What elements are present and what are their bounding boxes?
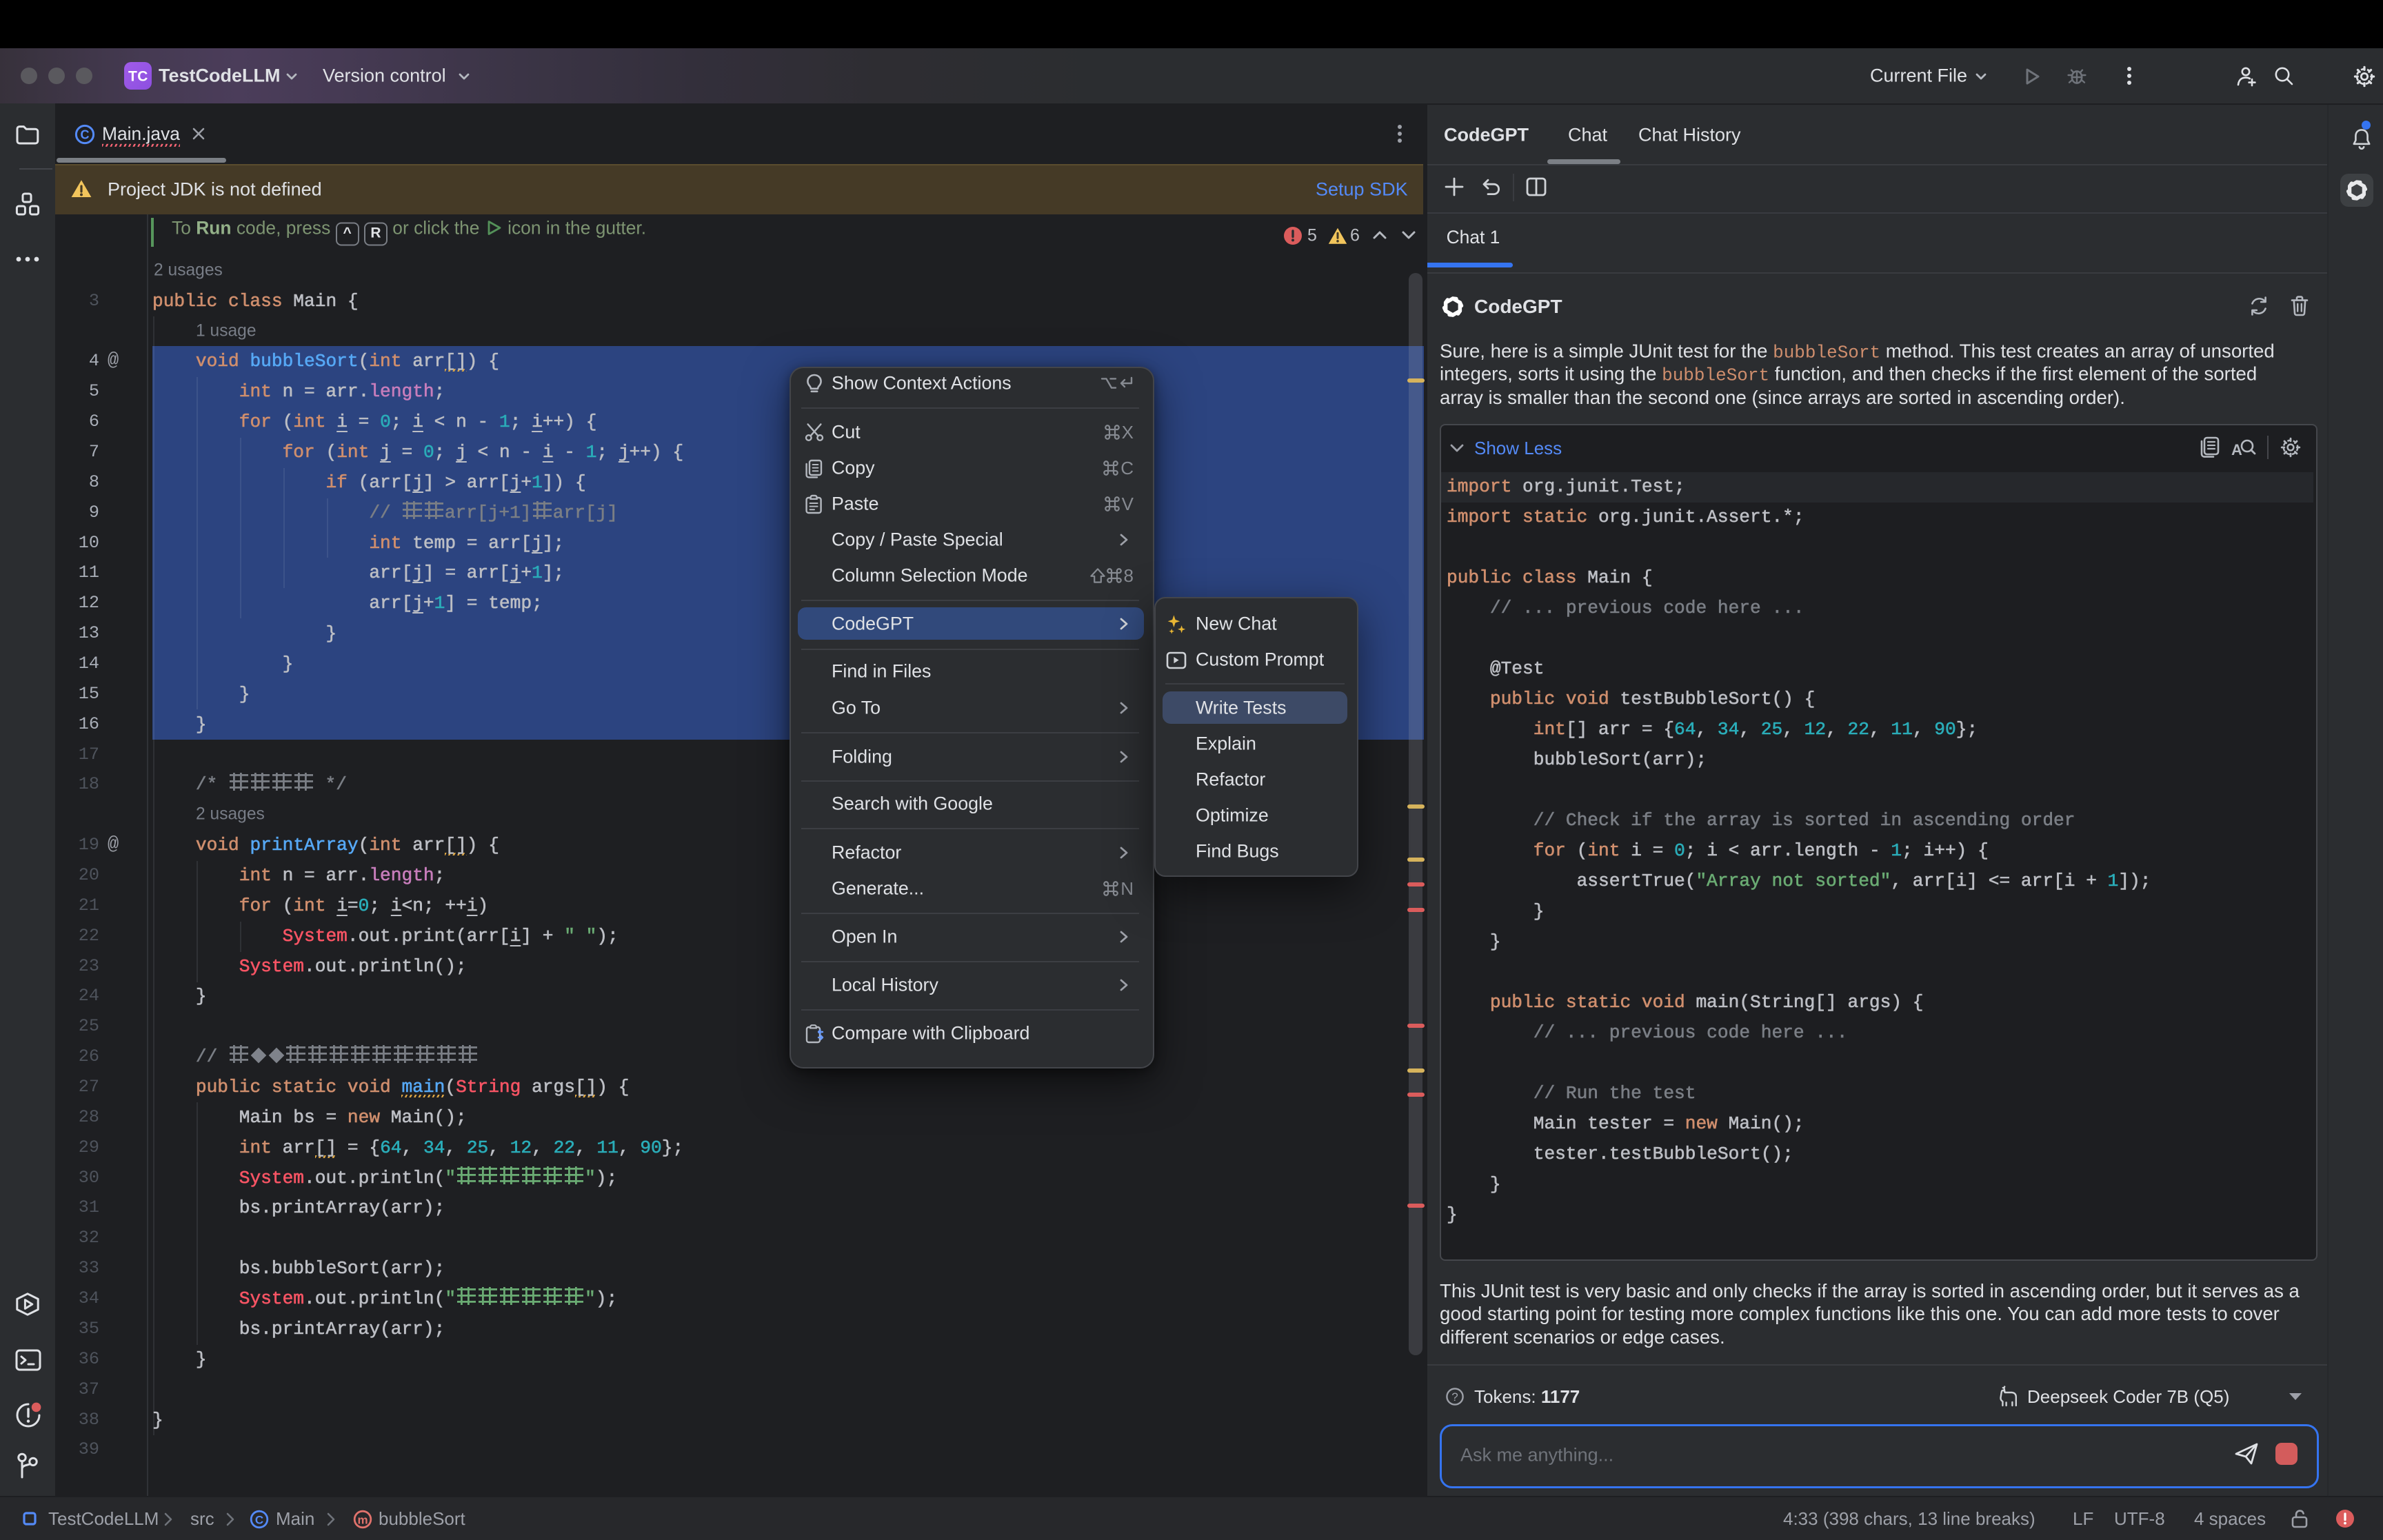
svg-text:?: ? [1451, 1390, 1458, 1404]
svg-text:m: m [357, 1513, 368, 1526]
svg-text:C: C [255, 1513, 263, 1526]
svg-text:A: A [2231, 441, 2242, 458]
svg-text:C: C [81, 128, 90, 142]
